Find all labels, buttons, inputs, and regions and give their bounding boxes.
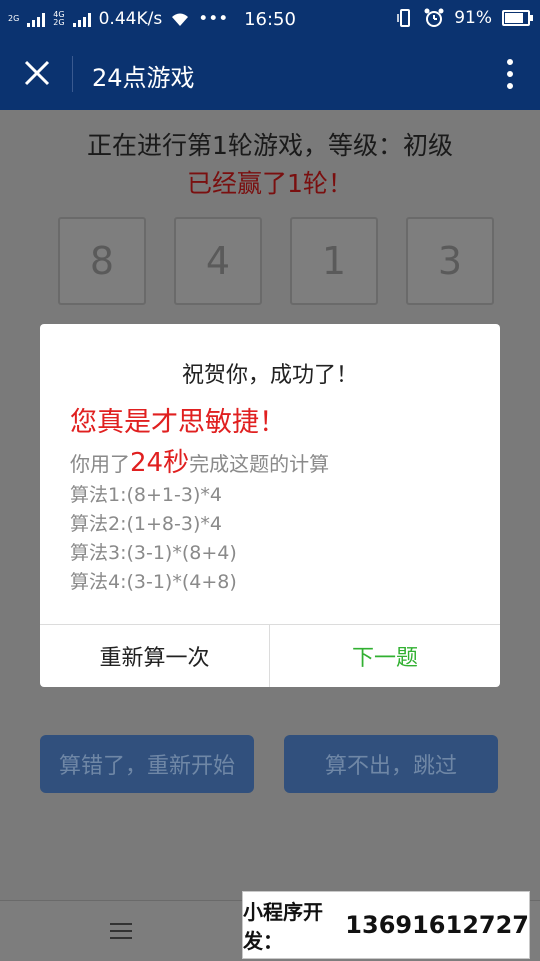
menu-icon[interactable] <box>110 923 132 939</box>
restart-button[interactable]: 算错了，重新开始 <box>40 735 254 793</box>
number-card[interactable]: 1 <box>290 217 378 305</box>
developer-banner: 小程序开发： 13691612727 <box>242 891 530 959</box>
number-card[interactable]: 8 <box>58 217 146 305</box>
number-cards: 8 4 1 3 <box>58 217 494 305</box>
battery-fill <box>505 13 523 23</box>
status-right: 91% <box>396 8 533 28</box>
close-icon[interactable] <box>20 56 54 90</box>
dialog-title: 祝贺你，成功了！ <box>181 363 358 388</box>
success-dialog: 祝贺你，成功了！ 您真是才思敏捷！ 你用了24秒完成这题的计算 算法1:(8+1… <box>40 324 500 687</box>
retry-button[interactable]: 重新算一次 <box>40 625 269 687</box>
time-summary: 你用了24秒完成这题的计算 <box>70 442 329 479</box>
time-prefix: 你用了 <box>70 452 130 476</box>
page-title: 24点游戏 <box>92 64 195 92</box>
praise-text: 您真是才思敏捷！ <box>70 407 286 438</box>
next-question-button[interactable]: 下一题 <box>270 625 500 687</box>
vibrate-icon <box>397 9 411 27</box>
number-card[interactable]: 3 <box>406 217 494 305</box>
status-bar: 2G 4G 2G 0.44K/s ••• 16:50 91% <box>0 0 540 38</box>
skip-button[interactable]: 算不出，跳过 <box>284 735 498 793</box>
alarm-icon <box>424 8 444 27</box>
algorithm-line: 算法3:(3-1)*(8+4) <box>70 542 237 564</box>
number-card[interactable]: 4 <box>174 217 262 305</box>
algorithm-line: 算法4:(3-1)*(4+8) <box>70 571 237 593</box>
more-vertical-icon[interactable] <box>506 58 514 90</box>
algorithm-line: 算法2:(1+8-3)*4 <box>70 513 222 535</box>
nav-separator <box>72 56 73 92</box>
battery-icon <box>502 10 533 26</box>
banner-phone: 13691612727 <box>345 911 529 939</box>
time-suffix: 完成这题的计算 <box>189 452 330 476</box>
banner-label: 小程序开发： <box>243 900 323 953</box>
algorithm-line: 算法1:(8+1-3)*4 <box>70 484 222 506</box>
round-status: 正在进行第1轮游戏，等级：初级 <box>87 131 453 160</box>
win-count: 已经赢了1轮！ <box>187 169 353 198</box>
time-value: 24秒 <box>130 448 190 478</box>
nav-bar: 24点游戏 <box>0 38 540 110</box>
battery-percent: 91% <box>454 8 492 28</box>
